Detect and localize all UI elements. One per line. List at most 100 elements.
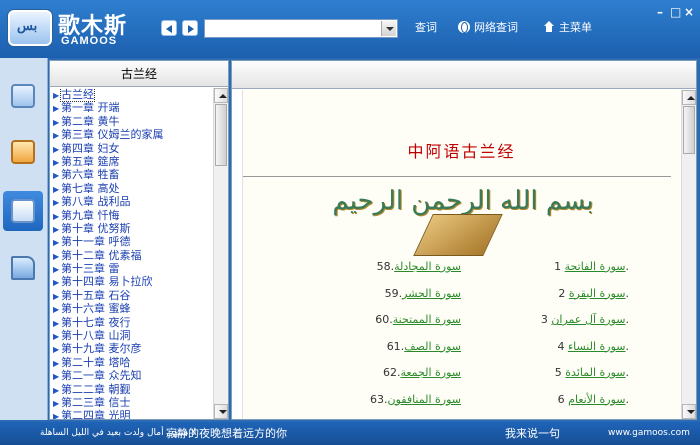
chevron-right-icon: ▶ <box>53 117 60 127</box>
chapter-list-item[interactable]: ▶ 第二三章 信士 <box>50 396 213 409</box>
sura-name: سورة الممتحنة <box>392 313 461 326</box>
chapter-list-item[interactable]: ▶ 第十九章 麦尔彦 <box>50 342 213 355</box>
query-button[interactable]: 查词 <box>415 20 437 36</box>
document-scrollbar[interactable] <box>681 90 696 419</box>
sura-link[interactable]: سورة الفاتحة 1. <box>554 260 629 273</box>
chapter-item-label: 第六章 牲畜 <box>61 168 120 182</box>
sura-link[interactable]: سورة الحشر.59 <box>385 287 461 300</box>
chapter-list-item[interactable]: ▶ 第十三章 雷 <box>50 262 213 275</box>
sura-name: سورة البقرة <box>568 286 626 300</box>
doc-scroll-thumb[interactable] <box>683 106 695 154</box>
sura-name: سورة المجادلة <box>394 260 461 273</box>
sura-link[interactable]: سورة الصف.61 <box>387 340 461 353</box>
minimize-button[interactable]: – <box>657 6 663 18</box>
chapter-item-label: 第十八章 山洞 <box>61 329 131 343</box>
scroll-thumb[interactable] <box>215 104 227 166</box>
chapter-list-item[interactable]: ▶ 第十五章 石谷 <box>50 289 213 302</box>
main-menu-button[interactable]: 主菜单 <box>543 20 592 36</box>
online-query-button[interactable]: 网络查词 <box>458 20 518 36</box>
chapter-list-item[interactable]: ▶ 第五章 筵席 <box>50 155 213 168</box>
chapter-list-item[interactable]: ▶ 第二四章 光明 <box>50 409 213 419</box>
doc-scroll-down-button[interactable] <box>682 404 696 419</box>
chapter-item-label: 第十五章 石谷 <box>61 288 131 302</box>
sidebar-chat[interactable] <box>3 132 43 172</box>
chapter-list-item[interactable]: ▶ 第六章 牲畜 <box>50 168 213 181</box>
scroll-down-button[interactable] <box>214 404 228 419</box>
search-doc-icon <box>11 84 35 108</box>
chapter-list-item[interactable]: ▶ 第一章 开端 <box>50 101 213 114</box>
website-link[interactable]: www.gamoos.com <box>608 422 690 445</box>
chapter-item-label: 第一章 开端 <box>61 101 120 115</box>
chapter-list-item[interactable]: ▶ 第七章 高处 <box>50 182 213 195</box>
sura-name: سورة الجمعة <box>400 366 461 379</box>
chapter-list-item[interactable]: ▶ 第十一章 呼德 <box>50 235 213 248</box>
chapter-list-item[interactable]: ▶ 第十六章 蜜蜂 <box>50 302 213 315</box>
sura-link[interactable]: سورة البقرة 2. <box>558 287 629 300</box>
chapter-list-item[interactable]: ▶ 第二十章 塔哈 <box>50 356 213 369</box>
chevron-right-icon: ▶ <box>53 345 60 355</box>
query-label: 查词 <box>415 21 437 34</box>
chevron-right-icon: ▶ <box>53 157 60 167</box>
sura-name: سورة المائدة <box>565 366 626 379</box>
chevron-right-icon: ▶ <box>53 398 60 408</box>
sura-link[interactable]: سورة الممتحنة.60 <box>375 313 461 326</box>
sura-number: .58 <box>376 260 395 273</box>
chapter-list-item[interactable]: ▶ 第四章 妇女 <box>50 142 213 155</box>
chevron-right-icon: ▶ <box>53 318 60 328</box>
chapter-list-item[interactable]: ▶ 第九章 忏悔 <box>50 209 213 222</box>
document-panel: 中阿语古兰经 بسم الله الرحمن الرحيم سورة الفات… <box>231 60 697 420</box>
chapter-list-item[interactable]: ▶ 古兰经 <box>50 88 213 102</box>
sidebar-book[interactable] <box>3 191 43 231</box>
chapter-item-label: 第十三章 雷 <box>61 262 120 276</box>
chapter-list-item[interactable]: ▶ 第二一章 众先知 <box>50 369 213 382</box>
chapter-item-label: 第二章 黄牛 <box>61 114 120 128</box>
back-button[interactable] <box>161 20 177 36</box>
sidebar-folder[interactable] <box>3 248 43 288</box>
globe-icon <box>458 21 470 33</box>
chapter-item-label: 第八章 战利品 <box>61 195 131 209</box>
chevron-right-icon: ▶ <box>53 198 60 208</box>
doc-scroll-up-button[interactable] <box>682 90 696 105</box>
sidebar-search-doc[interactable] <box>3 76 43 116</box>
chapter-item-label: 第九章 忏悔 <box>61 208 120 222</box>
sura-number: .59 <box>384 286 403 300</box>
sura-link[interactable]: سورة المنافقون.63 <box>370 393 461 406</box>
sura-link[interactable]: سورة المجادلة.58 <box>377 260 461 273</box>
scroll-up-button[interactable] <box>214 88 228 103</box>
chapter-item-label: 第七章 高处 <box>61 181 120 195</box>
logo-badge-text: بس <box>17 19 38 34</box>
chapter-list-item[interactable]: ▶ 第十二章 优素福 <box>50 249 213 262</box>
chapter-list-item[interactable]: ▶ 第二二章 朝觐 <box>50 383 213 396</box>
chapter-list-header: 古兰经 <box>50 61 228 87</box>
sura-link[interactable]: سورة النساء 4. <box>557 340 629 353</box>
chapter-item-label: 第十二章 优素福 <box>61 248 142 262</box>
chevron-right-icon: ▶ <box>53 238 60 248</box>
chapter-list-scrollbar[interactable] <box>213 88 228 419</box>
chapter-list-item[interactable]: ▶ 第二章 黄牛 <box>50 115 213 128</box>
chat-bubble-icon <box>11 140 35 164</box>
sura-link[interactable]: سورة الأنعام 6. <box>558 393 629 406</box>
chapter-item-label: 第十九章 麦尔彦 <box>61 342 142 356</box>
search-input[interactable] <box>206 21 380 36</box>
forward-button[interactable] <box>182 20 198 36</box>
chapter-list-panel: 古兰经 ▶ 古兰经 ▶ 第一章 开端 ▶ 第二章 黄牛 ▶ 第三章 仪姆兰的家属 ▶ 第四章 妇女… <box>49 60 229 420</box>
chevron-right-icon: ▶ <box>53 412 60 419</box>
chapter-list-item[interactable]: ▶ 第十四章 易卜拉欣 <box>50 275 213 288</box>
chapter-list-item[interactable]: ▶ 第十八章 山洞 <box>50 329 213 342</box>
sura-link[interactable]: سورة آل عمران 3. <box>541 313 629 326</box>
title-divider <box>243 176 671 177</box>
sura-name: سورة الفاتحة <box>564 260 626 273</box>
chapter-list-item[interactable]: ▶ 第十章 优努斯 <box>50 222 213 235</box>
restore-button[interactable]: □ <box>670 6 681 18</box>
search-combobox[interactable] <box>204 19 398 38</box>
chapter-list-item[interactable]: ▶ 第八章 战利品 <box>50 195 213 208</box>
sura-link[interactable]: سورة المائدة 5. <box>555 366 629 379</box>
search-dropdown-button[interactable] <box>381 21 396 36</box>
feedback-link[interactable]: 我来说一句 <box>505 422 560 445</box>
close-button[interactable]: × <box>684 6 694 18</box>
chapter-item-label: 第十四章 易卜拉欣 <box>61 275 153 289</box>
chapter-list-item[interactable]: ▶ 第三章 仪姆兰的家属 <box>50 128 213 141</box>
chapter-list-item[interactable]: ▶ 第十七章 夜行 <box>50 316 213 329</box>
chapter-item-label: 第二四章 光明 <box>61 409 131 419</box>
sura-link[interactable]: سورة الجمعة.62 <box>383 366 461 379</box>
